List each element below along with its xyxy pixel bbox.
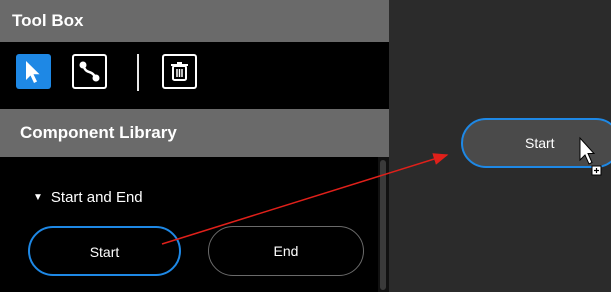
drag-overlay xyxy=(161,136,602,245)
drag-arrow xyxy=(161,153,449,245)
mouse-pointer-icon xyxy=(579,136,602,176)
